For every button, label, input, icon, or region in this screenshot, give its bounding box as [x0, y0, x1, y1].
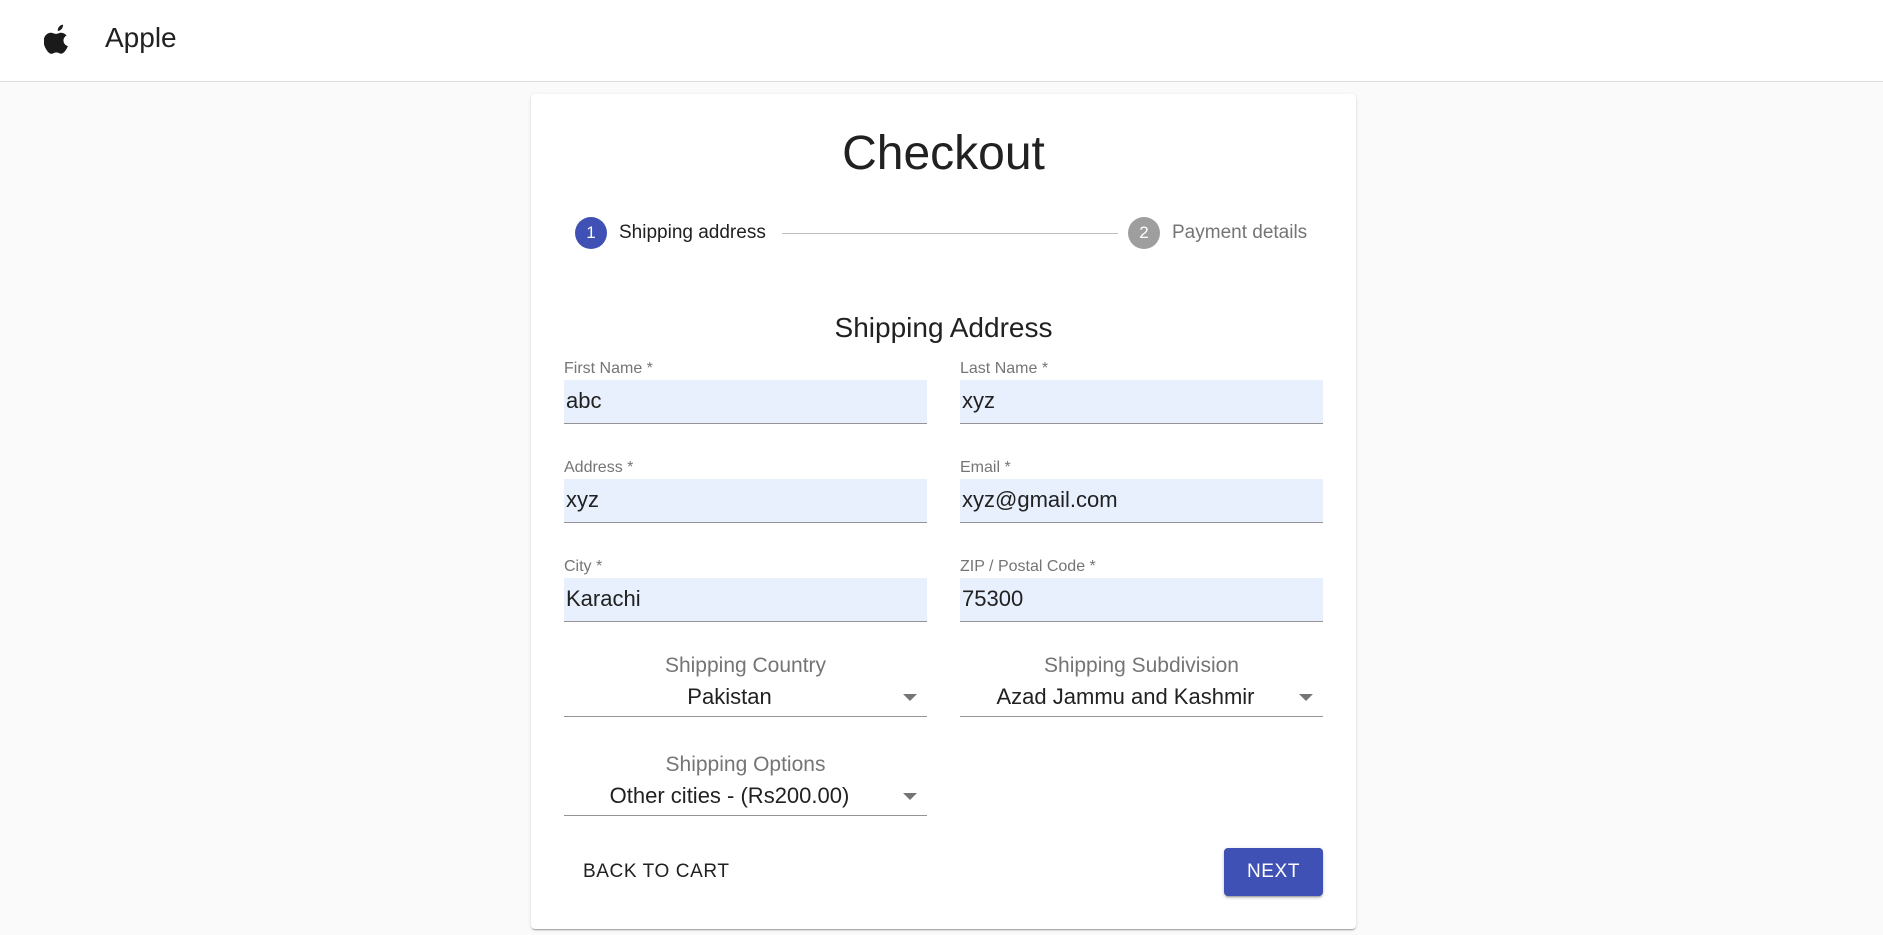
back-to-cart-button[interactable]: Back to Cart	[563, 848, 750, 896]
dropdown-arrow-icon	[903, 694, 917, 701]
brand-name[interactable]: Apple	[105, 20, 177, 56]
address-label: Address *	[564, 459, 634, 476]
step-1-label: Shipping address	[619, 222, 766, 243]
shipping-subdivision-select[interactable]: Azad Jammu and Kashmir	[960, 681, 1323, 717]
apple-logo-icon[interactable]	[44, 24, 72, 54]
email-label: Email *	[960, 459, 1011, 476]
dropdown-arrow-icon	[1299, 694, 1313, 701]
city-label: City *	[564, 558, 603, 575]
page-title: Checkout	[842, 127, 1045, 180]
shipping-subdivision-label: Shipping Subdivision	[1044, 654, 1239, 677]
city-field[interactable]: Karachi	[564, 578, 927, 622]
step-2-icon: 2	[1128, 217, 1160, 249]
shipping-country-select[interactable]: Pakistan	[564, 681, 927, 717]
email-field[interactable]: xyz@gmail.com	[960, 479, 1323, 523]
shipping-country-label: Shipping Country	[664, 654, 827, 677]
step-1-icon: 1	[575, 217, 607, 249]
first-name-field[interactable]: abc	[564, 380, 927, 424]
app-bar: Apple	[0, 0, 1883, 82]
zip-label: ZIP / Postal Code *	[960, 558, 1096, 575]
checkout-card: Checkout 1 Shipping address 2 Payment de…	[531, 94, 1356, 929]
shipping-country-value: Pakistan	[687, 684, 772, 709]
section-title: Shipping Address	[834, 312, 1053, 343]
step-2-label: Payment details	[1172, 222, 1308, 243]
address-field[interactable]: xyz	[564, 479, 927, 523]
zip-field[interactable]: 75300	[960, 578, 1323, 622]
dropdown-arrow-icon	[903, 793, 917, 800]
first-name-label: First Name *	[564, 360, 653, 377]
shipping-options-label: Shipping Options	[665, 753, 826, 776]
shipping-options-value: Other cities - (Rs200.00)	[609, 783, 850, 808]
last-name-field[interactable]: xyz	[960, 380, 1323, 424]
step-connector	[782, 233, 1118, 234]
last-name-label: Last Name *	[960, 360, 1049, 377]
shipping-subdivision-value: Azad Jammu and Kashmir	[996, 684, 1255, 709]
shipping-options-select[interactable]: Other cities - (Rs200.00)	[564, 780, 927, 816]
next-button[interactable]: Next	[1224, 848, 1323, 896]
